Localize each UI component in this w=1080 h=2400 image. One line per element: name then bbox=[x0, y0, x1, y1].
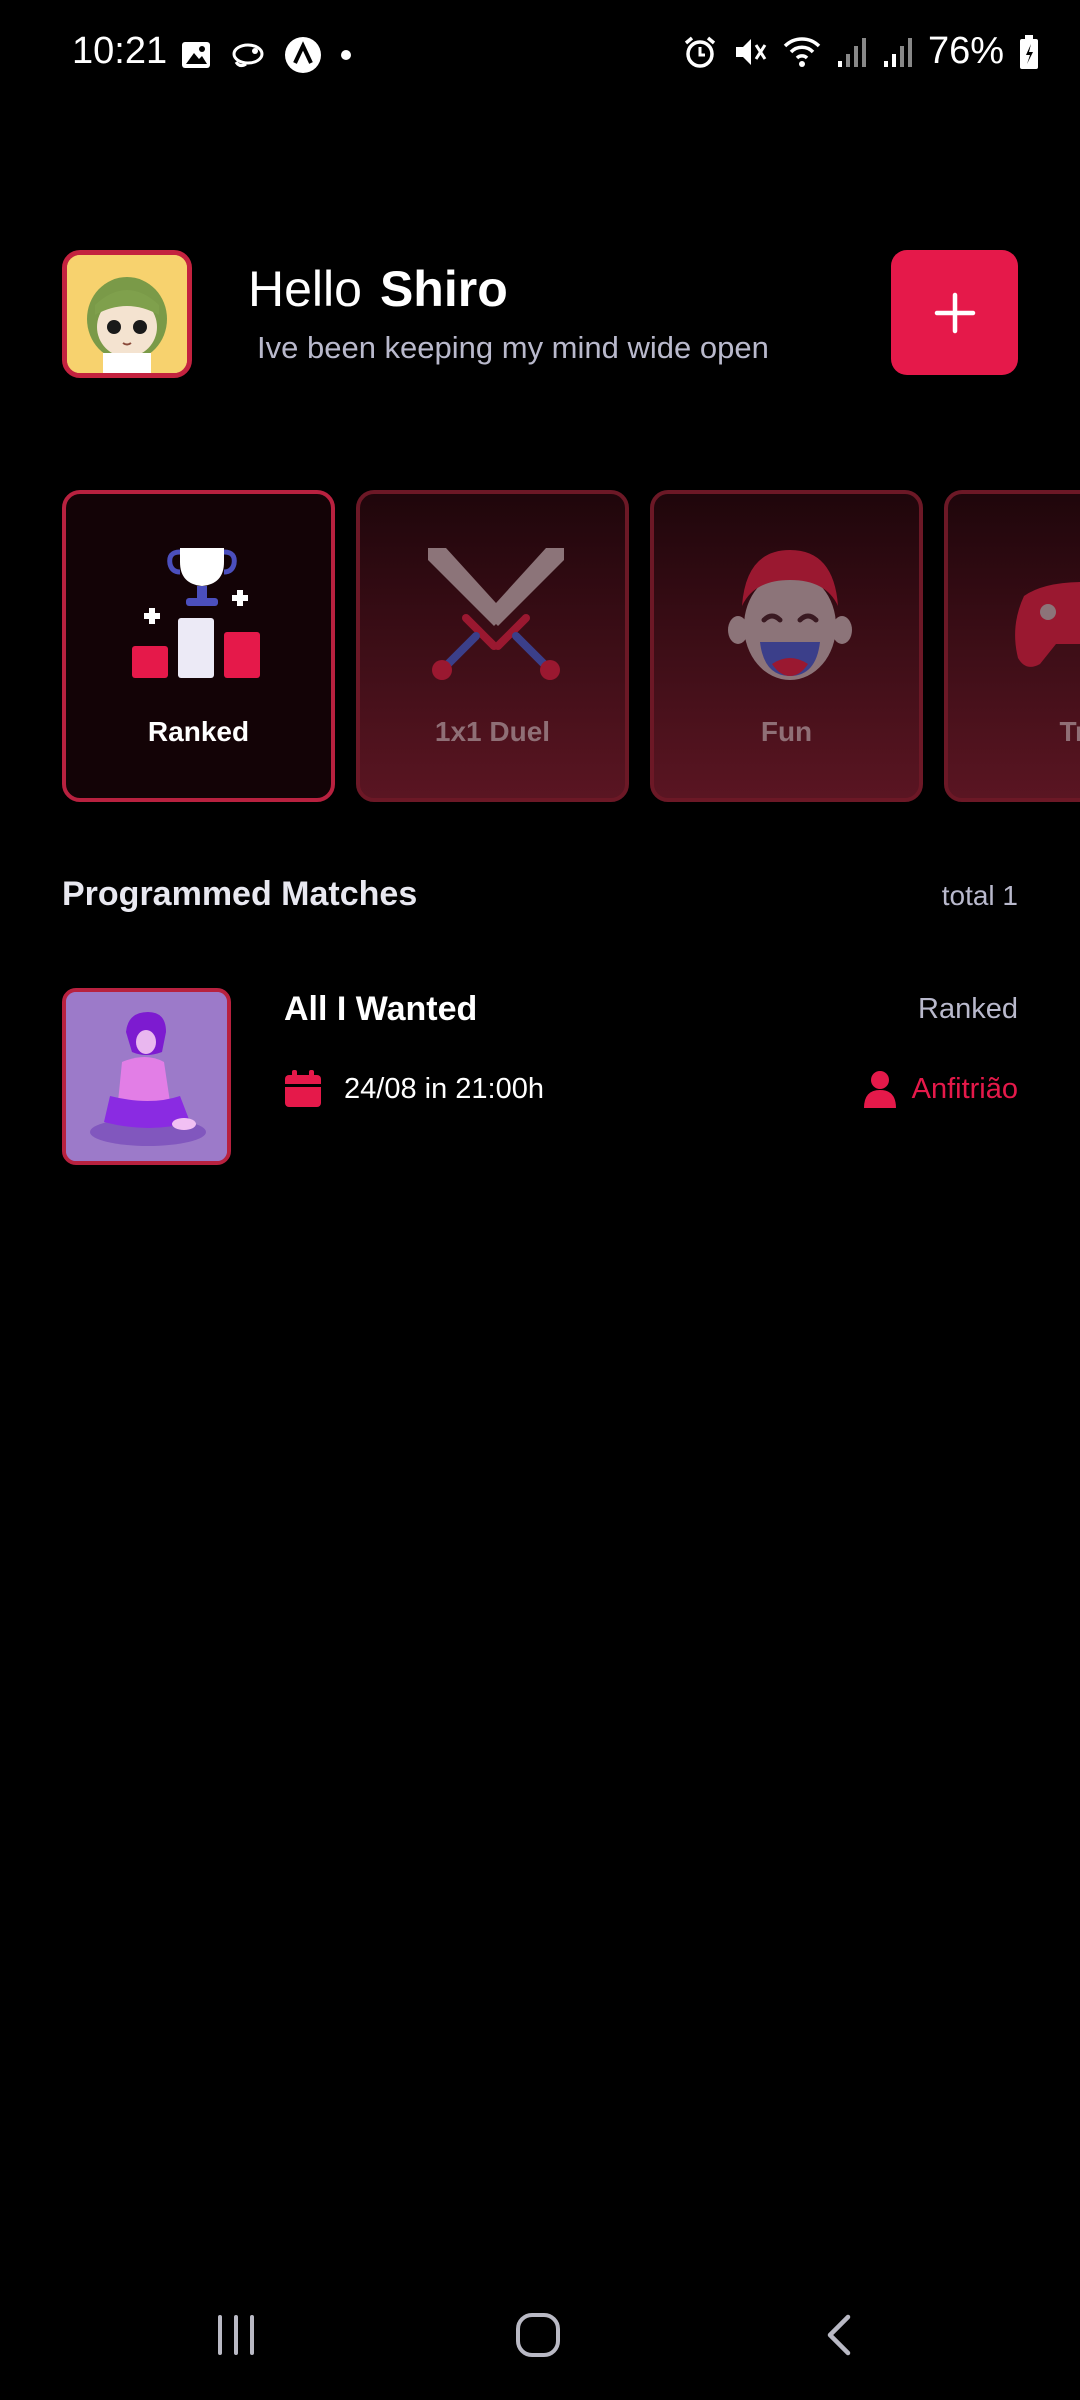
match-date: 24/08 in 21:00h bbox=[284, 1070, 544, 1108]
status-system-icons: 76% bbox=[682, 30, 1040, 73]
matches-total: total 1 bbox=[941, 880, 1018, 911]
mode-card-training[interactable]: Tra bbox=[944, 490, 1080, 802]
arrow-up-icon bbox=[285, 37, 321, 73]
dot-icon bbox=[341, 50, 351, 60]
alarm-icon bbox=[684, 36, 716, 68]
laughing-face-icon bbox=[728, 550, 852, 680]
signal-icon bbox=[837, 37, 866, 67]
mute-icon bbox=[735, 38, 767, 65]
gallery-icon bbox=[182, 42, 210, 68]
battery-percent: 76% bbox=[927, 30, 1004, 72]
status-time: 10:21 bbox=[72, 30, 168, 72]
status-bar: 10:21 76% bbox=[0, 0, 1080, 110]
add-match-button[interactable] bbox=[891, 250, 1018, 375]
wifi-icon bbox=[783, 36, 821, 67]
mode-card-1x1-duel[interactable]: 1x1 Duel bbox=[356, 490, 629, 802]
mode-label: 1x1 Duel bbox=[434, 716, 551, 747]
greeting-hello: Hello bbox=[248, 261, 362, 317]
chameleon-icon bbox=[232, 43, 264, 68]
game-modes-carousel[interactable]: Ranked 1x1 Duel Fun T bbox=[62, 490, 1080, 805]
recent-apps-button[interactable] bbox=[196, 2300, 276, 2370]
match-host: Anfitrião bbox=[863, 1070, 1018, 1108]
back-button[interactable] bbox=[800, 2300, 880, 2370]
user-name: Shiro bbox=[379, 261, 508, 317]
avatar[interactable] bbox=[62, 250, 192, 378]
match-date-text: 24/08 in 21:00h bbox=[344, 1072, 544, 1105]
mode-label: Tra bbox=[1059, 716, 1080, 747]
system-nav-bar bbox=[0, 2270, 1080, 2400]
home-button[interactable] bbox=[498, 2300, 578, 2370]
battery-icon bbox=[1020, 34, 1038, 69]
user-icon bbox=[863, 1071, 896, 1108]
mode-card-ranked[interactable]: Ranked bbox=[62, 490, 335, 802]
back-icon bbox=[827, 2314, 851, 2356]
plus-icon bbox=[934, 292, 975, 333]
mode-label: Ranked bbox=[147, 716, 250, 747]
gamepad-icon bbox=[1015, 582, 1080, 667]
mode-label: Fun bbox=[760, 716, 813, 747]
signal-icon bbox=[883, 37, 912, 67]
greeting: Hello Shiro bbox=[248, 260, 508, 318]
home-icon bbox=[516, 2313, 560, 2357]
crossed-swords-icon bbox=[428, 548, 564, 680]
match-mode: Ranked bbox=[918, 993, 1018, 1025]
section-title: Programmed Matches bbox=[62, 875, 418, 913]
user-tagline: Ive been keeping my mind wide open bbox=[257, 330, 769, 365]
mode-card-fun[interactable]: Fun bbox=[650, 490, 923, 802]
avatar-image bbox=[67, 255, 187, 373]
calendar-icon bbox=[285, 1070, 321, 1107]
recent-apps-icon bbox=[218, 2315, 254, 2355]
match-thumbnail bbox=[62, 988, 231, 1165]
match-thumbnail-image bbox=[66, 992, 227, 1161]
match-host-label: Anfitrião bbox=[911, 1072, 1018, 1105]
match-title: All I Wanted bbox=[284, 990, 478, 1028]
status-notification-icons bbox=[180, 36, 352, 74]
podium-trophy-icon bbox=[132, 548, 260, 678]
